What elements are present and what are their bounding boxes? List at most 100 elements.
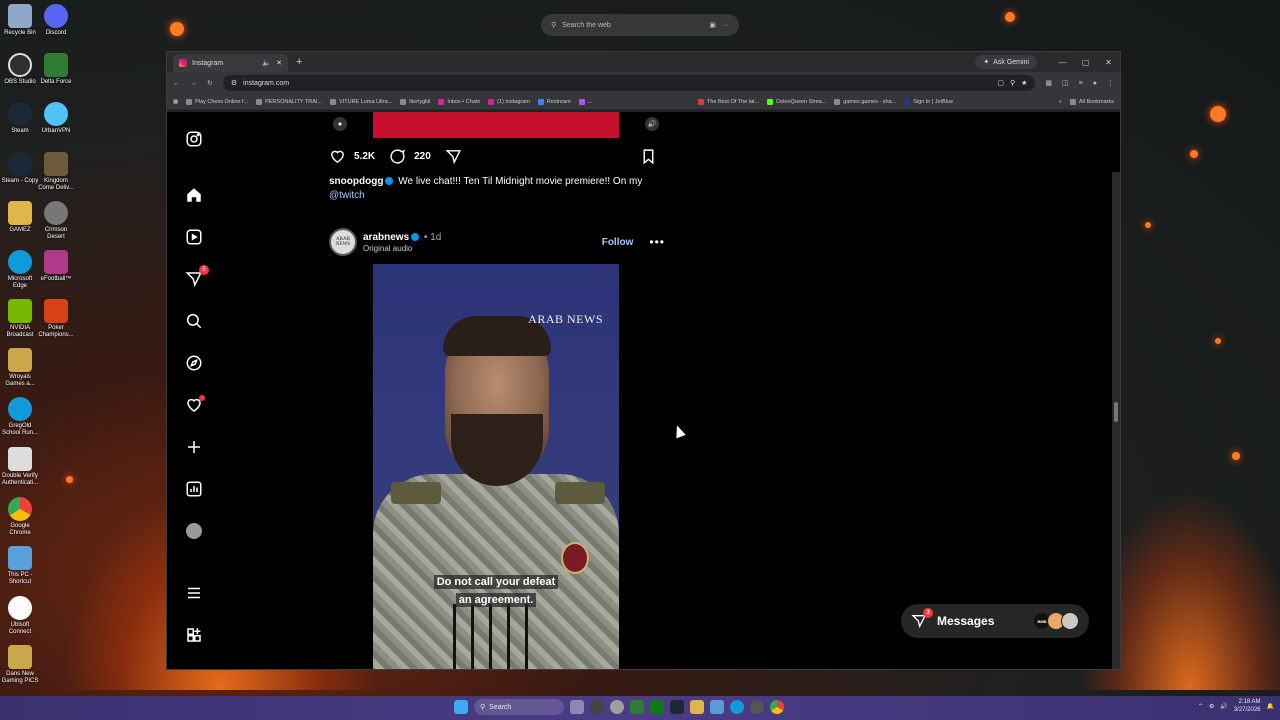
scrollbar-thumb[interactable]	[1114, 402, 1118, 422]
reload-icon[interactable]: ↻	[207, 79, 213, 87]
bookmark-item[interactable]: (1) Instagram	[488, 98, 530, 105]
desktop-icon-delta-force[interactable]: Delta Force	[36, 53, 76, 86]
desktop-icon-nvidia-broadcast[interactable]: NVIDIA Broadcast	[0, 299, 40, 339]
desktop-icon-crimson-desert[interactable]: Crimson Desert	[36, 201, 76, 241]
desktop-icon-steam-copy[interactable]: Steam - Copy	[0, 152, 40, 185]
tray-overflow-icon[interactable]: ⌃	[1198, 703, 1203, 710]
obs-icon[interactable]	[590, 700, 604, 714]
back-icon[interactable]: ←	[173, 80, 180, 87]
like-icon[interactable]	[329, 148, 346, 165]
follow-button[interactable]: Follow	[602, 237, 634, 248]
create-icon[interactable]	[185, 438, 203, 456]
tab-search-icon[interactable]: ≡	[1079, 80, 1083, 87]
menu-icon[interactable]: ⋮	[1107, 79, 1114, 87]
app-icon[interactable]	[750, 700, 764, 714]
desktop-icon-chrome[interactable]: Google Chrome	[0, 497, 40, 537]
desktop-icon-urbanvpn[interactable]: UrbanVPN	[36, 102, 76, 135]
tab-close-icon[interactable]: ✕	[276, 59, 282, 67]
store-icon[interactable]	[710, 700, 724, 714]
desktop-icon-discord[interactable]: Discord	[36, 4, 76, 37]
tab-instagram[interactable]: Instagram 🔈 ✕	[173, 54, 288, 72]
menu-icon[interactable]	[185, 584, 203, 602]
start-icon[interactable]	[454, 700, 468, 714]
bookmark-item[interactable]: VITURE Luma Ultra...	[330, 98, 392, 105]
caption-username[interactable]: snoopdogg	[329, 176, 383, 187]
close-window-button[interactable]: ✕	[1097, 58, 1120, 67]
notifications-icon[interactable]: 🔔	[1267, 703, 1274, 710]
media-player-icon[interactable]	[630, 700, 644, 714]
chrome-icon[interactable]	[770, 700, 784, 714]
bookmark-item[interactable]: Inbox • Chatx	[438, 98, 480, 105]
desktop-icon-gaming-pics[interactable]: Dans New Gaming PICS	[0, 645, 40, 685]
desktop-icon-gamez[interactable]: GAMEZ	[0, 201, 40, 234]
forward-icon[interactable]: →	[190, 80, 197, 87]
desktop-icon-recycle-bin[interactable]: Recycle Bin	[0, 4, 40, 37]
speaker-icon[interactable]: 🔈	[262, 59, 271, 67]
instagram-logo-icon[interactable]	[185, 130, 203, 148]
desktop-search-widget[interactable]: ⚲ Search the web ▣ ···	[541, 14, 739, 36]
xbox-icon[interactable]	[650, 700, 664, 714]
desktop-icon-this-pc[interactable]: This PC - Shortcut	[0, 546, 40, 586]
extensions-icon[interactable]: ▦	[1045, 79, 1052, 87]
install-icon[interactable]: ▢	[997, 79, 1004, 87]
profile-avatar[interactable]	[185, 522, 203, 540]
bookmarks-overflow-icon[interactable]: »	[1059, 99, 1062, 105]
file-explorer-icon[interactable]	[690, 700, 704, 714]
settings-icon[interactable]	[610, 700, 624, 714]
desktop-icon-poker[interactable]: Poker Champions...	[36, 299, 76, 339]
bookmark-item[interactable]: The Best Of The lat...	[697, 98, 759, 105]
desktop-icon-wroyals[interactable]: Wroyals Games a...	[0, 348, 40, 388]
apps-icon[interactable]: ▦	[173, 99, 178, 105]
page-scrollbar[interactable]	[1112, 172, 1120, 669]
dashboard-icon[interactable]	[185, 480, 203, 498]
post-username[interactable]: arabnews	[363, 232, 409, 243]
clock[interactable]: 2:18 AM 3/27/2026	[1234, 698, 1261, 714]
more-options-button[interactable]: •••	[649, 235, 665, 249]
desktop-icon-oldschool[interactable]: GregOld School Run...	[0, 397, 40, 437]
desktop-icon-ubisoft[interactable]: Ubisoft Connect	[0, 596, 40, 636]
desktop-icon-steam[interactable]: Steam	[0, 102, 40, 135]
steam-icon[interactable]	[670, 700, 684, 714]
sound-icon[interactable]: 🔊	[645, 117, 659, 131]
desktop-icon-double-verify[interactable]: Double Verify Authenticati...	[0, 447, 40, 487]
screenshot-icon[interactable]: ▣	[709, 21, 716, 29]
all-bookmarks-button[interactable]: All Bookmarks	[1069, 98, 1114, 105]
arabnews-avatar[interactable]: ARAB NEWS	[329, 228, 357, 256]
minimize-button[interactable]: —	[1051, 58, 1074, 67]
more-icon[interactable]: ···	[722, 22, 729, 29]
url-field[interactable]: ⚙ instagram.com ▢ ⚲ ★	[222, 75, 1036, 91]
apps-icon[interactable]	[185, 626, 203, 644]
search-icon[interactable]	[185, 312, 203, 330]
bookmark-item[interactable]: PERSONALITY TRAI...	[256, 98, 322, 105]
bookmark-item[interactable]: Sign In | JetBlue	[904, 98, 953, 105]
profile-icon[interactable]: ●	[1093, 80, 1097, 87]
network-icon[interactable]: ⚙	[1209, 703, 1214, 710]
explore-icon[interactable]	[185, 354, 203, 372]
messenger-icon[interactable]: 5	[185, 265, 209, 288]
bookmark-item[interactable]: ...	[578, 98, 592, 105]
save-icon[interactable]	[640, 148, 657, 165]
ask-gemini-button[interactable]: ✦ Ask Gemini	[975, 55, 1037, 69]
sidebar-icon[interactable]: ◫	[1062, 79, 1069, 87]
new-tab-button[interactable]: +	[296, 56, 302, 68]
reels-icon[interactable]	[185, 228, 203, 246]
home-icon[interactable]	[185, 186, 203, 204]
bookmark-item[interactable]: Restream	[537, 98, 571, 105]
bookmark-star-icon[interactable]: ★	[1021, 79, 1027, 87]
maximize-button[interactable]: ▢	[1074, 58, 1097, 67]
bookmark-item[interactable]: DelenQueen Strea...	[767, 98, 826, 105]
twitch-link[interactable]: @twitch	[329, 190, 365, 201]
desktop-icon-kingdom-come[interactable]: Kingdom Come Deliv...	[36, 152, 76, 192]
messages-button[interactable]: 3 Messages BMB	[901, 604, 1089, 638]
bookmark-item[interactable]: Play Chess Online f...	[186, 98, 248, 105]
edge-icon[interactable]	[730, 700, 744, 714]
volume-icon[interactable]: 🔊	[1220, 703, 1227, 710]
comment-icon[interactable]	[389, 148, 406, 165]
zoom-icon[interactable]: ⚲	[1010, 79, 1015, 87]
heart-icon[interactable]	[185, 395, 205, 414]
desktop-icon-obs-studio[interactable]: OBS Studio	[0, 53, 40, 86]
post-video[interactable]: ARAB NEWS Do not call your defeat an agr…	[321, 264, 671, 669]
bookmark-item[interactable]: games games - sha...	[834, 98, 896, 105]
previous-post-media[interactable]: ● 🔊	[321, 112, 671, 138]
site-info-icon[interactable]: ⚙	[231, 79, 237, 87]
